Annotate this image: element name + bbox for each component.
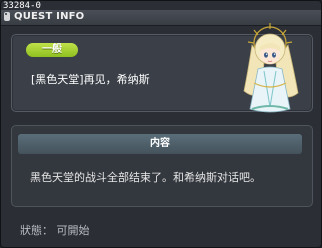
npc-portrait-icon: [243, 23, 299, 113]
quest-info-window: 33284-0 QUEST INFO 一般 [黑色天堂]再见，希纳斯 内容 黑色…: [0, 0, 322, 248]
quest-content-panel: 内容 黑色天堂的战斗全部结束了。和希纳斯对话吧。: [11, 125, 313, 207]
quest-category-badge: 一般: [26, 43, 78, 57]
document-icon: [4, 12, 10, 21]
window-title: QUEST INFO: [14, 11, 85, 22]
quest-summary-panel: 一般 [黑色天堂]再见，希纳斯: [11, 23, 313, 113]
content-text: 黑色天堂的战斗全部结束了。和希纳斯对话吧。: [30, 171, 261, 184]
quest-status: 狀態： 可開始: [20, 224, 90, 237]
content-header: 内容: [18, 134, 302, 154]
quest-name: [黑色天堂]再见，希纳斯: [31, 73, 150, 86]
